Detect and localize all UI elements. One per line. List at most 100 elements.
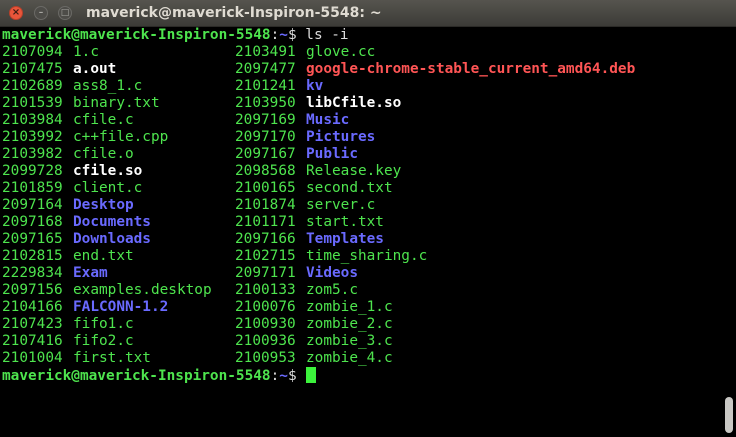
inode-number: 2104166 [2, 299, 63, 315]
inode-number: 2097168 [2, 214, 63, 230]
file-name: fifo1.c [73, 316, 134, 332]
file-name: zombie_1.c [306, 299, 393, 315]
file-name: kv [306, 78, 324, 94]
inode-number: 2097167 [235, 146, 296, 162]
file-name: glove.cc [306, 44, 376, 60]
file-name: fifo2.c [73, 333, 134, 349]
window-title: maverick@maverick-Inspiron-5548: ~ [86, 5, 382, 21]
file-name: Pictures [306, 129, 376, 145]
file-name: c++file.cpp [73, 129, 169, 145]
inode-number: 2103491 [235, 44, 296, 60]
file-name: zom5.c [306, 282, 358, 298]
prompt-user-host: maverick@maverick-Inspiron-5548 [2, 27, 271, 43]
file-name: second.txt [306, 180, 393, 196]
inode-number: 2103950 [235, 95, 296, 111]
file-name: binary.txt [73, 95, 160, 111]
file-name: start.txt [306, 214, 384, 230]
inode-number: 2107094 [2, 44, 63, 60]
inode-number: 2100953 [235, 350, 296, 366]
inode-number: 2102689 [2, 78, 63, 94]
file-name: Public [306, 146, 358, 162]
inode-number: 2097166 [235, 231, 296, 247]
inode-number: 2103982 [2, 146, 63, 162]
file-name: time_sharing.c [306, 248, 428, 264]
file-name: zombie_4.c [306, 350, 393, 366]
minimize-icon: – [38, 8, 44, 18]
inode-number: 2101859 [2, 180, 63, 196]
command-line: maverick@maverick-Inspiron-5548:~$ ls -i [2, 27, 349, 44]
inode-number: 2107423 [2, 316, 63, 332]
file-name: Exam [73, 265, 108, 281]
file-name: libCfile.so [306, 95, 402, 111]
inode-number: 2100133 [235, 282, 296, 298]
scrollbar[interactable] [722, 27, 736, 437]
file-name: examples.desktop [73, 282, 212, 298]
scrollbar-thumb[interactable] [725, 397, 733, 433]
prompt-path: ~ [279, 368, 288, 384]
file-name: Videos [306, 265, 358, 281]
file-name: client.c [73, 180, 143, 196]
file-name: FALCONN-1.2 [73, 299, 169, 315]
inode-number: 2099728 [2, 163, 63, 179]
maximize-button[interactable]: □ [58, 6, 72, 20]
file-name: google-chrome-stable_current_amd64.deb [306, 61, 636, 77]
prompt-separator: : [270, 27, 280, 43]
file-name: 1.c [73, 44, 99, 60]
inode-number: 2229834 [2, 265, 63, 281]
inode-number: 2107475 [2, 61, 63, 77]
inode-number: 2097171 [235, 265, 296, 281]
inode-number: 2098568 [235, 163, 296, 179]
prompt-line: maverick@maverick-Inspiron-5548:~$ [2, 367, 316, 384]
inode-number: 2101241 [235, 78, 296, 94]
prompt-symbol: $ [287, 368, 297, 384]
inode-number: 2101171 [235, 214, 296, 230]
terminal-content[interactable]: maverick@maverick-Inspiron-5548:~$ ls -i… [0, 27, 722, 437]
inode-number: 2102715 [235, 248, 296, 264]
prompt-separator: : [270, 368, 280, 384]
title-bar[interactable]: × – □ maverick@maverick-Inspiron-5548: ~ [0, 0, 736, 27]
file-name: a.out [73, 61, 117, 77]
inode-number: 2097169 [235, 112, 296, 128]
file-name: first.txt [73, 350, 151, 366]
file-name: cfile.so [73, 163, 143, 179]
text-cursor [305, 367, 316, 383]
file-name: Downloads [73, 231, 151, 247]
inode-number: 2103984 [2, 112, 63, 128]
inode-number: 2097156 [2, 282, 63, 298]
terminal-window: × – □ maverick@maverick-Inspiron-5548: ~… [0, 0, 736, 437]
command-text: ls -i [305, 27, 349, 43]
file-name: Templates [306, 231, 384, 247]
inode-number: 2097164 [2, 197, 63, 213]
file-name: zombie_2.c [306, 316, 393, 332]
file-name: Documents [73, 214, 151, 230]
inode-number: 2100165 [235, 180, 296, 196]
file-name: ass8_1.c [73, 78, 143, 94]
maximize-icon: □ [60, 8, 70, 18]
inode-number: 2100930 [235, 316, 296, 332]
file-name: end.txt [73, 248, 134, 264]
file-name: zombie_3.c [306, 333, 393, 349]
inode-number: 2097165 [2, 231, 63, 247]
inode-number: 2102815 [2, 248, 63, 264]
file-name: Music [306, 112, 350, 128]
inode-number: 2101004 [2, 350, 63, 366]
minimize-button[interactable]: – [34, 6, 48, 20]
file-name: cfile.c [73, 112, 134, 128]
file-name: server.c [306, 197, 376, 213]
close-button[interactable]: × [9, 6, 23, 20]
inode-number: 2103992 [2, 129, 63, 145]
inode-number: 2097477 [235, 61, 296, 77]
inode-number: 2101874 [235, 197, 296, 213]
inode-number: 2100076 [235, 299, 296, 315]
file-name: cfile.o [73, 146, 134, 162]
inode-number: 2097170 [235, 129, 296, 145]
prompt-symbol: $ [287, 27, 297, 43]
inode-number: 2100936 [235, 333, 296, 349]
prompt-user-host: maverick@maverick-Inspiron-5548 [2, 368, 271, 384]
prompt-path: ~ [279, 27, 288, 43]
inode-number: 2107416 [2, 333, 63, 349]
file-name: Release.key [306, 163, 402, 179]
close-icon: × [11, 7, 21, 18]
file-name: Desktop [73, 197, 134, 213]
inode-number: 2101539 [2, 95, 63, 111]
